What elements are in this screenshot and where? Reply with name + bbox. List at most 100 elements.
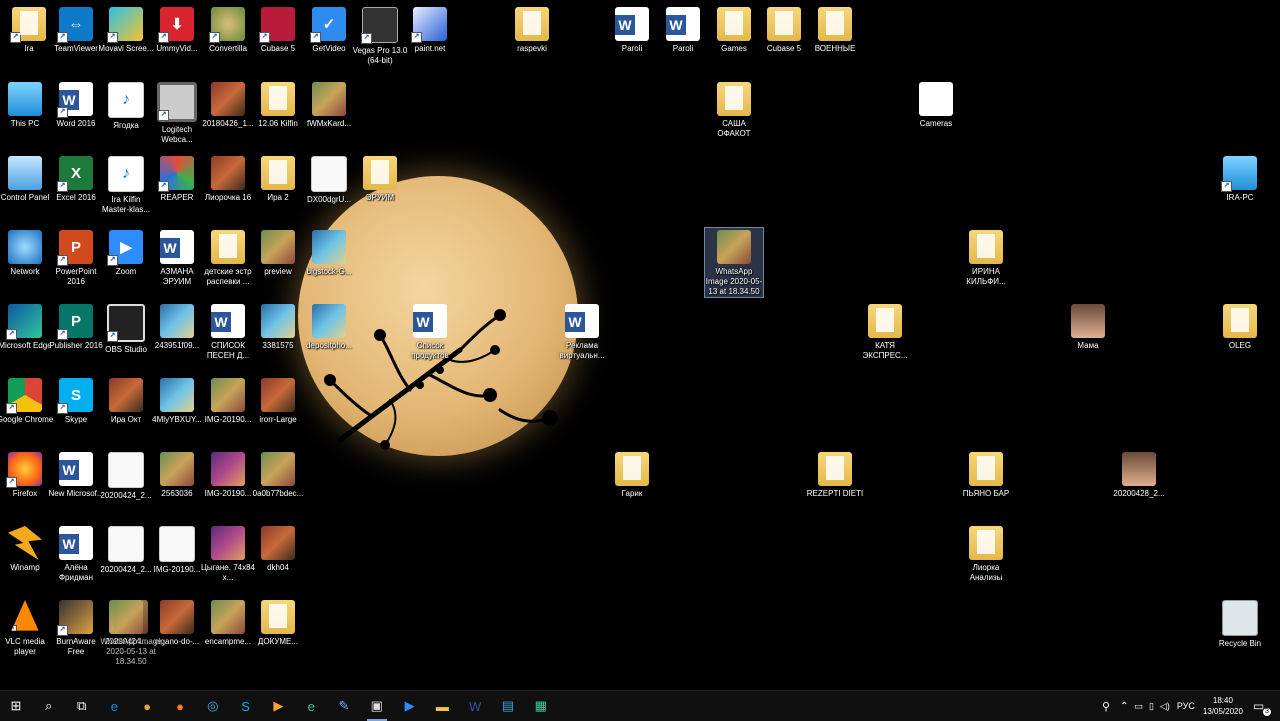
clock[interactable]: 18:40 13/05/2020	[1203, 695, 1243, 717]
taskbar-word[interactable]: W	[464, 696, 486, 716]
desktop-icon-movavi[interactable]: ↗ Movavi Scree...	[97, 5, 155, 54]
desktop-icon-paroli2[interactable]: Paroli	[654, 5, 712, 54]
taskbar-paintnet[interactable]: ✎	[333, 696, 355, 716]
desktop-icon-edge[interactable]: ↗ Microsoft Edge	[0, 302, 54, 351]
taskbar-browser[interactable]: ◎	[202, 696, 224, 716]
taskbar-edge[interactable]: e	[300, 696, 322, 716]
taskbar-vegas[interactable]: ▣	[366, 696, 388, 721]
people-icon[interactable]: ⚲	[1102, 700, 1110, 713]
taskbar-firefox[interactable]: ●	[169, 696, 191, 716]
desktop-icon-whatsapp_sel[interactable]: WhatsApp Image 2020-05-13 at 18.34.50	[704, 227, 764, 298]
desktop-icon-irapc[interactable]: ↗ IRA-PC	[1211, 154, 1269, 203]
desktop-icon-chrome[interactable]: ↗ Google Chrome	[0, 376, 54, 425]
desktop-icon-zoom[interactable]: ▶ ↗ Zoom	[97, 228, 155, 277]
desktop-icon-doc20200424a[interactable]: 20200424_2...	[97, 450, 155, 501]
desktop-icon-recycle[interactable]: Recycle Bin	[1211, 598, 1269, 649]
desktop-icon-img20200428[interactable]: 20200428_2...	[1110, 450, 1168, 499]
desktop-icon-azmana[interactable]: АЗМАНА ЭРУИМ	[148, 228, 206, 287]
desktop-icon-img2563036[interactable]: 2563036	[148, 450, 206, 499]
volume-icon[interactable]: ◁)	[1160, 701, 1170, 712]
taskbar-app[interactable]: ▦	[530, 696, 552, 716]
taskbar-explorer[interactable]: ▬	[431, 696, 453, 716]
desktop-icon-pyanobar[interactable]: ПЬЯНО БАР	[957, 450, 1015, 499]
desktop-icon-thispc[interactable]: This PC	[0, 80, 54, 129]
desktop-icon-oleg[interactable]: OLEG	[1211, 302, 1269, 351]
desktop-icon-cameras[interactable]: Cameras	[907, 80, 965, 129]
search-button[interactable]: ⌕	[38, 696, 60, 716]
taskbar-skype[interactable]: S	[235, 696, 257, 716]
desktop-icon-cubase[interactable]: ↗ Cubase 5	[249, 5, 307, 54]
desktop[interactable]: ↗ Ira ⇔ ↗ TeamViewer ↗ Movavi Scree... ⬇ ↗ UmmyVi…	[0, 0, 1280, 690]
desktop-icon-mama[interactable]: Мама	[1059, 302, 1117, 351]
vegas-pro-icon: ▣	[370, 698, 383, 713]
desktop-icon-doc20200424b[interactable]: 20200424_2...	[97, 524, 155, 575]
desktop-icon-reaper[interactable]: ↗ REAPER	[148, 154, 206, 203]
desktop-icon-img3381575[interactable]: 3381575	[249, 302, 307, 351]
taskbar-chrome[interactable]: ●	[136, 696, 158, 716]
windows-icon: ⊞	[10, 698, 22, 713]
desktop-icon-logitech[interactable]: ↗ Logitech Webca...	[148, 80, 206, 145]
desktop-icon-firefox[interactable]: ↗ Firefox	[0, 450, 54, 499]
desktop-icon-cubase5f[interactable]: Cubase 5	[755, 5, 813, 54]
network-tray-icon[interactable]: ▭	[1134, 701, 1143, 712]
desktop-icon-eruim[interactable]: ЭРУИМ	[351, 154, 409, 203]
desktop-icon-img4mly[interactable]: 4MlyYBXUY...	[148, 376, 206, 425]
photo-icon	[160, 378, 194, 412]
desktop-icon-spisokprod[interactable]: Список продуктов	[401, 302, 459, 361]
desktop-icon-raspevki[interactable]: raspevki	[503, 5, 561, 54]
desktop-icon-label: preview	[264, 267, 292, 276]
desktop-icon-ira2[interactable]: Ира 2	[249, 154, 307, 203]
zoom-icon-glyph: ▶	[120, 239, 132, 256]
desktop-icon-cpanel[interactable]: Control Panel	[0, 154, 54, 203]
chevron-up-icon[interactable]: ⌃	[1120, 701, 1128, 712]
desktop-icon-network[interactable]: Network	[0, 228, 54, 277]
shortcut-arrow-icon: ↗	[57, 255, 68, 266]
taskbar-ie[interactable]: e	[103, 696, 125, 716]
taskbar-player[interactable]: ▶	[267, 696, 289, 716]
notification-center-button[interactable]: ▭ 3	[1253, 699, 1271, 716]
desktop-icon-img0a0b[interactable]: 0a0b77bdec...	[249, 450, 307, 499]
desktop-icon-paintnet[interactable]: ↗ paint.net	[401, 5, 459, 54]
desktop-icon-img20190c[interactable]: IMG-20190...	[148, 524, 206, 575]
desktop-icon-obs[interactable]: ↗ OBS Studio	[97, 302, 155, 355]
desktop-icon-dx00[interactable]: DX00dgrU...	[300, 154, 358, 205]
desktop-icon-irinakilf[interactable]: ИРИНА КИЛЬФИ...	[957, 228, 1015, 287]
desktop-icon-getvideo[interactable]: ✓ ↗ GetVideo	[300, 5, 358, 54]
desktop-icon-sasha[interactable]: САША ОФАКОТ	[705, 80, 763, 139]
desktop-icon-dokume[interactable]: ДОКУМЕ...	[249, 598, 307, 647]
desktop-icon-label: VLC media player	[5, 637, 45, 656]
desktop-icon-irorr[interactable]: irorr-Large	[249, 376, 307, 425]
desktop-icon-garik[interactable]: Гарик	[603, 450, 661, 499]
desktop-icon-winamp[interactable]: ↗ Winamp	[0, 524, 54, 573]
desktop-icon-label: dkh04	[267, 563, 289, 572]
desktop-icon-label: Logitech Webca...	[161, 125, 193, 144]
desktop-icon-kilfin[interactable]: 12.06 Kilfin	[249, 80, 307, 129]
desktop-icon-irakilfin[interactable]: Ira Kilfin Master-klas...	[97, 154, 155, 215]
taskbar-zoom[interactable]: ▶	[399, 696, 421, 716]
desktop-icon-bigstock[interactable]: bigstock-G...	[300, 228, 358, 277]
taskbar-photos[interactable]: ▤	[497, 696, 519, 716]
desktop-icon-paroli1[interactable]: Paroli	[603, 5, 661, 54]
desktop-icon-fwmx[interactable]: fWMxKard...	[300, 80, 358, 129]
battery-icon[interactable]: ▯	[1149, 701, 1154, 712]
desktop-icon-yagodka[interactable]: Ягодка	[97, 80, 155, 131]
desktop-icon-rezepti[interactable]: REZEPTI DIETI	[806, 450, 864, 499]
desktop-icon-reklama[interactable]: Реклама виртуальн...	[553, 302, 611, 361]
desktop-icon-liorka[interactable]: Лиорка Анализы	[957, 524, 1015, 583]
desktop-icon-label: Microsoft Edge	[0, 341, 52, 350]
desktop-icon-vlc[interactable]: ↗ VLC media player	[0, 598, 54, 657]
desktop-icon-voennye[interactable]: ВОЕННЫЕ	[806, 5, 864, 54]
photos-icon: ▤	[501, 698, 515, 713]
desktop-icon-ummy[interactable]: ⬇ ↗ UmmyVid...	[148, 5, 206, 54]
language-indicator[interactable]: РУС	[1177, 701, 1195, 711]
desktop-icon-depositpho[interactable]: depositpho...	[300, 302, 358, 351]
desktop-icon-iraokt[interactable]: Ира Окт	[97, 376, 155, 425]
desktop-icon-katya[interactable]: КАТЯ ЭКСПРЕС...	[856, 302, 914, 361]
start-button[interactable]: ⊞	[5, 696, 27, 716]
desktop-icon-dkh04[interactable]: dkh04	[249, 524, 307, 573]
shortcut-arrow-icon: ↗	[310, 32, 321, 43]
task-view-button[interactable]: ⧉	[71, 696, 93, 716]
desktop-icon-img243[interactable]: 243951f09...	[148, 302, 206, 351]
publisher-app-icon: P ↗	[57, 304, 93, 340]
desktop-icon-preview[interactable]: preview	[249, 228, 307, 277]
